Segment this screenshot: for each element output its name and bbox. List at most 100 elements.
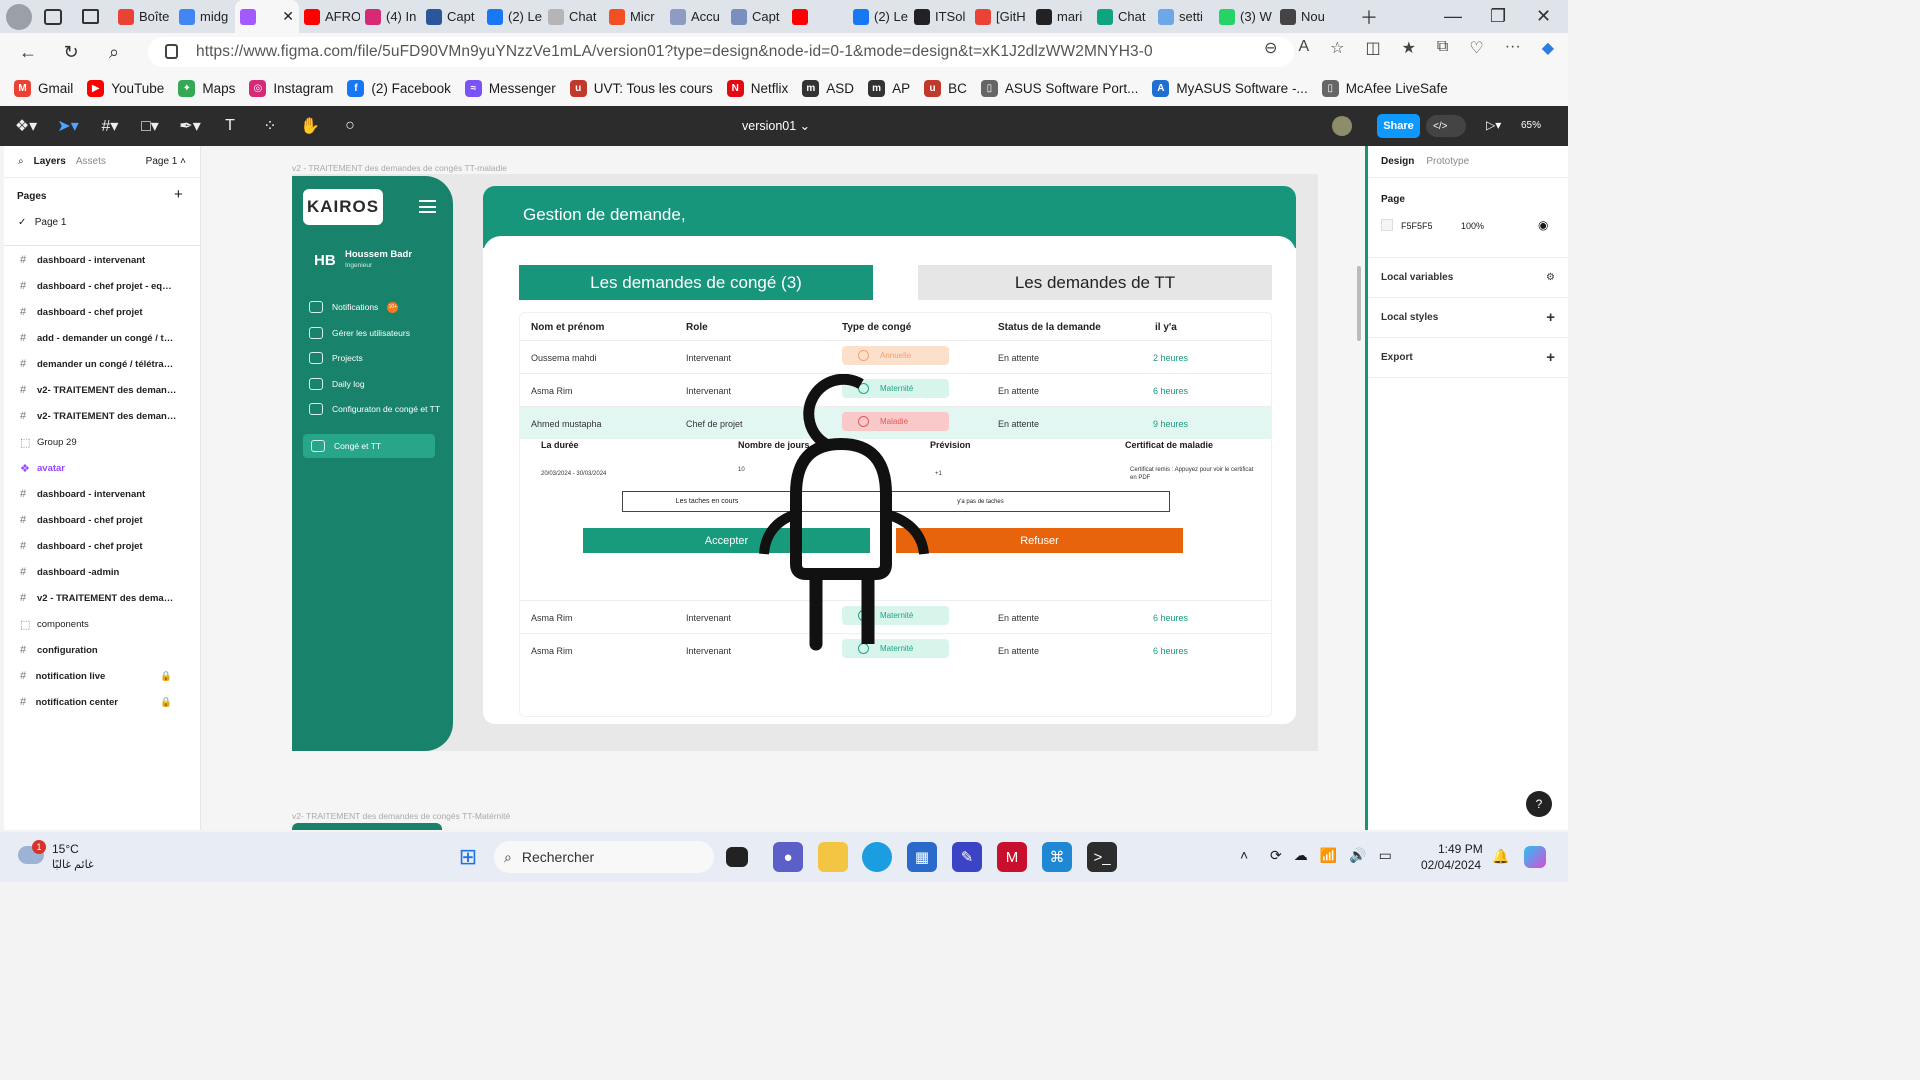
bookmark-item[interactable]: A MyASUS Software -... (1152, 79, 1308, 97)
profile-avatar[interactable] (6, 3, 32, 30)
bookmark-item[interactable]: u UVT: Tous les cours (569, 79, 713, 97)
sidebar-nav-item[interactable]: Configuraton de congé et TT (309, 403, 440, 415)
browser-tab[interactable]: [GitH (970, 0, 1031, 33)
search-icon[interactable]: ⌕ (99, 37, 129, 67)
canvas-scrollbar[interactable] (1357, 266, 1361, 341)
notification-bell-icon[interactable]: 🔔 (1492, 848, 1509, 865)
resources-icon[interactable]: ⁘ (250, 106, 290, 146)
layer-item[interactable]: # v2 - TRAITEMENT des demandes ... (4, 585, 200, 611)
frame-label-bottom[interactable]: v2- TRAITEMENT des demandes de congés TT… (292, 811, 510, 821)
tab-prototype[interactable]: Prototype (1426, 156, 1469, 167)
visibility-eye-icon[interactable]: ◉ (1538, 218, 1548, 232)
browser-tab[interactable]: (2) Le (848, 0, 909, 33)
zoom-level[interactable]: 65% (1521, 120, 1541, 131)
workspaces-icon[interactable] (44, 8, 62, 25)
browser-tab[interactable]: Nou (1275, 0, 1336, 33)
copilot-icon[interactable]: ◆ (1542, 38, 1554, 58)
bookmark-item[interactable]: m AP (868, 79, 910, 97)
local-styles-label[interactable]: Local styles (1381, 312, 1438, 323)
layer-item[interactable]: # dashboard - chef projet (4, 299, 200, 325)
tab-actions-icon[interactable] (82, 9, 99, 24)
vscode-icon[interactable]: ⌘ (1042, 842, 1072, 872)
layer-item[interactable]: ⬚ Group 29 (4, 429, 200, 455)
refuse-button[interactable]: Refuser (896, 528, 1183, 553)
sidebar-nav-item[interactable]: Notifications 10+ (309, 301, 399, 313)
page-opacity[interactable]: 100% (1461, 221, 1484, 231)
layer-item[interactable]: # v2- TRAITEMENT des demandes ... (4, 377, 200, 403)
browser-tab[interactable]: ✕ (235, 0, 299, 33)
browser-tab[interactable]: midg (174, 0, 235, 33)
layer-item[interactable]: # configuration (4, 637, 200, 663)
sidebar-nav-item[interactable]: Gérer les utilisateurs (309, 327, 410, 339)
tray-chevron-icon[interactable]: ˄ (1240, 847, 1248, 863)
more-icon[interactable]: ··· (1505, 38, 1521, 58)
tray-icons[interactable]: ⟳☁📶🔊▭ (1270, 847, 1404, 864)
figma-canvas[interactable]: v2 - TRAITEMENT des demandes de congés T… (201, 146, 1365, 830)
browser-tab[interactable]: mari (1031, 0, 1092, 33)
bookmark-item[interactable]: ◎ Instagram (249, 79, 333, 97)
browser-tab[interactable]: ITSol (909, 0, 970, 33)
split-screen-icon[interactable]: ◫ (1365, 38, 1380, 58)
start-button[interactable]: ⊞ (453, 842, 483, 872)
bookmark-item[interactable]: ≈ Messenger (464, 79, 556, 97)
browser-tab[interactable]: (2) Le (482, 0, 543, 33)
layer-item[interactable]: # notification center 🔒 (4, 689, 200, 715)
page-color-value[interactable]: F5F5F5 (1401, 221, 1433, 231)
layer-item[interactable]: # dashboard - chef projet (4, 533, 200, 559)
avatar-vector-overlay[interactable] (756, 374, 936, 654)
pen-app-icon[interactable]: ✎ (952, 842, 982, 872)
frame-tool-icon[interactable]: #▾ (90, 106, 130, 146)
lock-icon[interactable]: 🔒 (160, 671, 172, 682)
detail-certif-value[interactable]: Certificat remis : Appuyez pour voir le … (1130, 466, 1255, 482)
browser-tab[interactable]: Chat (1092, 0, 1153, 33)
sidebar-nav-item[interactable]: Projects (309, 352, 363, 364)
add-page-icon[interactable]: + (174, 186, 183, 203)
taskbar-search[interactable]: ⌕ Rechercher (494, 841, 714, 873)
browser-tab[interactable]: Accu (665, 0, 726, 33)
browser-tab[interactable]: Chat (543, 0, 604, 33)
help-button[interactable]: ? (1526, 791, 1552, 817)
page-color-swatch[interactable] (1381, 219, 1393, 231)
layer-item[interactable]: # notification live 🔒 (4, 663, 200, 689)
browser-tab[interactable]: Capt (726, 0, 787, 33)
browser-tab[interactable]: (3) W (1214, 0, 1275, 33)
heart-health-icon[interactable]: ♡ (1469, 38, 1483, 58)
close-window-button[interactable]: ✕ (1536, 0, 1551, 33)
browser-tab[interactable]: Boîte (113, 0, 174, 33)
collections-icon[interactable]: ⧉ (1437, 38, 1448, 58)
bookmark-item[interactable]: ▯ ASUS Software Port... (980, 79, 1138, 97)
local-variables-label[interactable]: Local variables (1381, 272, 1453, 283)
share-button[interactable]: Share (1377, 114, 1420, 138)
maximize-button[interactable]: ❐ (1490, 0, 1506, 33)
browser-tab[interactable]: setti (1153, 0, 1214, 33)
tab-assets[interactable]: Assets (76, 156, 106, 167)
bookmark-item[interactable]: m ASD (802, 79, 854, 97)
clock-date[interactable]: 02/04/2024 (1421, 858, 1481, 872)
back-button[interactable]: ← (13, 37, 43, 67)
frame-label-top[interactable]: v2 - TRAITEMENT des demandes de congés T… (292, 163, 507, 173)
zoom-icon[interactable]: ⊖ (1264, 38, 1277, 58)
clock-time[interactable]: 1:49 PM (1438, 842, 1483, 856)
layer-item[interactable]: ❖ avatar (4, 455, 200, 481)
favorite-star-icon[interactable]: ☆ (1330, 38, 1344, 58)
mcafee-icon[interactable]: M (997, 842, 1027, 872)
url-field[interactable]: https://www.figma.com/file/5uFD90VMn9yuY… (148, 37, 1294, 67)
bookmark-item[interactable]: f (2) Facebook (347, 79, 451, 97)
teams-icon[interactable]: ● (773, 842, 803, 872)
layer-item[interactable]: # demander un congé / télétravail (4, 351, 200, 377)
variables-icon[interactable]: ⚙ (1546, 272, 1555, 283)
lock-icon[interactable]: 🔒 (160, 697, 172, 708)
bookmark-item[interactable]: ▶ YouTube (87, 79, 164, 97)
close-tab-icon[interactable]: ✕ (282, 8, 294, 25)
bookmark-item[interactable]: u BC (924, 79, 967, 97)
new-tab-button[interactable]: ＋ (1360, 0, 1378, 33)
tab-layers[interactable]: Layers (34, 156, 66, 167)
add-style-icon[interactable]: + (1546, 309, 1555, 326)
reload-button[interactable]: ↻ (56, 37, 86, 67)
layer-item[interactable]: # dashboard - chef projet (4, 507, 200, 533)
hand-tool-icon[interactable]: ✋ (290, 106, 330, 146)
tab-tt[interactable]: Les demandes de TT (918, 265, 1272, 300)
bookmark-item[interactable]: ✦ Maps (178, 79, 235, 97)
file-name[interactable]: version01 ⌄ (742, 118, 810, 133)
bookmark-item[interactable]: N Netflix (726, 79, 788, 97)
